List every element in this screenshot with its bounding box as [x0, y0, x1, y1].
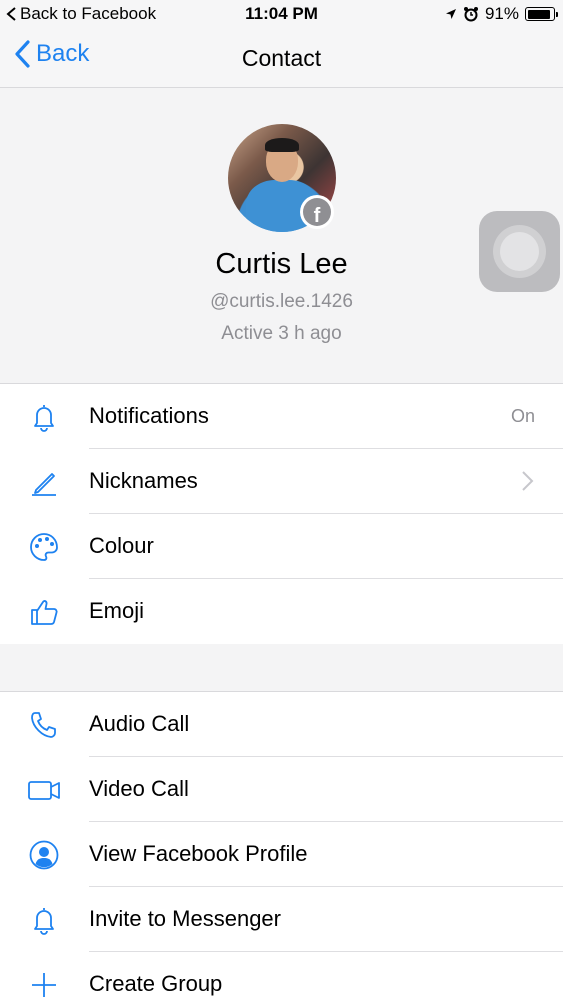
nicknames-row[interactable]: Nicknames: [0, 449, 563, 514]
contact-username: @curtis.lee.1426: [210, 291, 353, 312]
view-profile-row[interactable]: View Facebook Profile: [0, 822, 563, 887]
video-call-label: Video Call: [89, 776, 189, 801]
pencil-icon: [32, 473, 56, 496]
navigation-bar: Back Contact: [0, 30, 563, 88]
settings-list: Notifications On Nicknames Colour Emoji: [0, 384, 563, 644]
alarm-icon: [463, 7, 478, 22]
create-group-label: Create Group: [89, 971, 223, 996]
video-camera-icon: [28, 781, 60, 800]
actions-list: Audio Call Video Call View Facebook Prof…: [0, 692, 563, 1000]
assistive-touch-button[interactable]: [479, 211, 560, 292]
create-group-row[interactable]: Create Group: [0, 952, 563, 1000]
audio-call-row[interactable]: Audio Call: [0, 692, 563, 757]
page-title: Contact: [241, 45, 322, 71]
battery-icon: [525, 7, 558, 21]
section-divider: [0, 644, 563, 692]
video-call-row[interactable]: Video Call: [0, 757, 563, 822]
profile-icon: [29, 840, 59, 870]
view-profile-label: View Facebook Profile: [89, 841, 308, 866]
status-indicators: 91%: [445, 4, 558, 24]
battery-percent: 91%: [484, 4, 519, 23]
bell-icon: [34, 908, 54, 935]
emoji-row[interactable]: Emoji: [0, 579, 563, 644]
notifications-value: On: [510, 406, 535, 426]
nicknames-label: Nicknames: [89, 468, 198, 493]
location-icon: [445, 9, 456, 19]
palette-icon: [30, 533, 58, 561]
plus-icon: [32, 973, 56, 997]
audio-call-label: Audio Call: [89, 711, 190, 736]
emoji-label: Emoji: [89, 598, 145, 623]
thumbs-up-icon: [31, 600, 58, 625]
facebook-badge-icon: f: [300, 195, 334, 229]
active-status: Active 3 h ago: [221, 323, 342, 344]
invite-label: Invite to Messenger: [89, 906, 281, 931]
bell-icon: [34, 405, 54, 432]
invite-row[interactable]: Invite to Messenger: [0, 887, 563, 952]
colour-label: Colour: [89, 533, 154, 558]
colour-row[interactable]: Colour: [0, 514, 563, 579]
phone-icon: [31, 712, 56, 738]
notifications-row[interactable]: Notifications On: [0, 384, 563, 449]
status-bar: Back to Facebook 11:04 PM 91%: [0, 0, 563, 30]
chevron-right-icon: [522, 471, 534, 491]
notifications-label: Notifications: [89, 403, 209, 428]
